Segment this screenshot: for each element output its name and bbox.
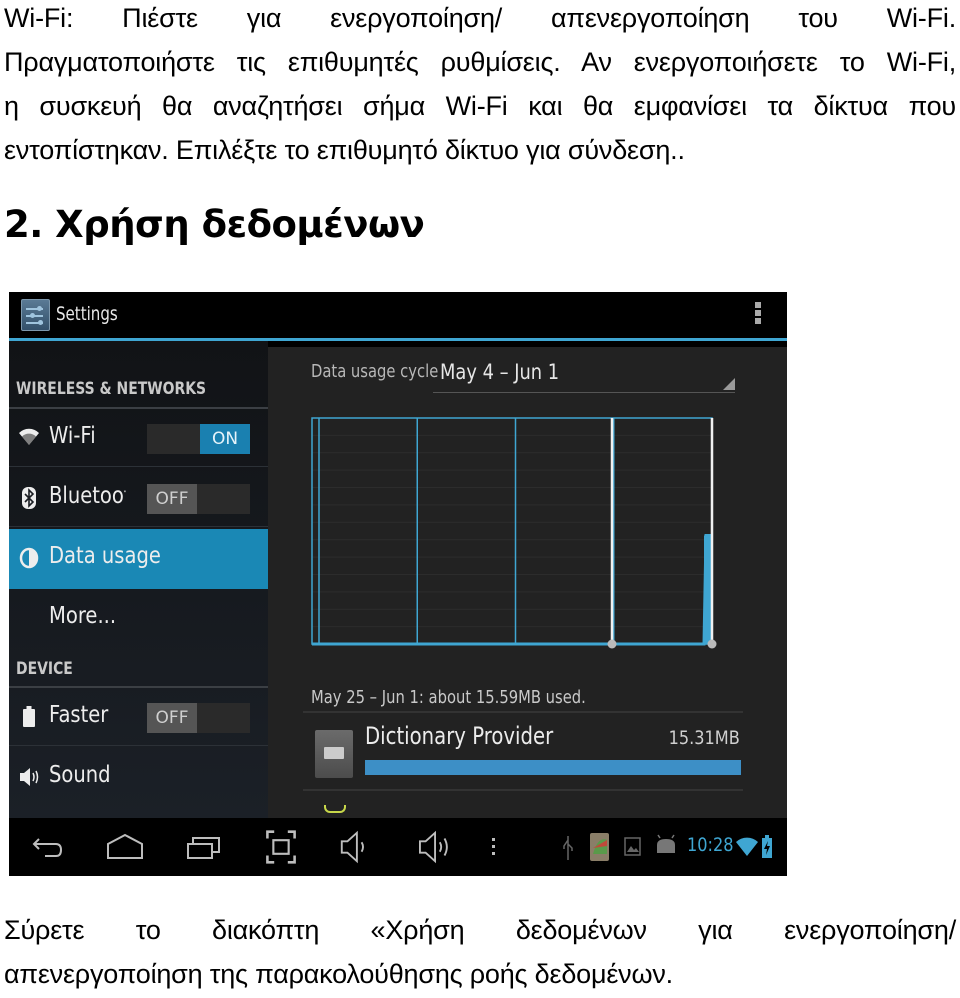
sidebar-item-label: Data usage [49,543,161,569]
volume-up-icon[interactable] [417,830,455,864]
intro-paragraph: Wi-Fi: Πιέστε για ενεργοποίηση/ απενεργο… [4,0,956,172]
sidebar-item-sound[interactable]: Sound [9,748,268,806]
outro-paragraph: Σύρετε το διακόπτη «Χρήση δεδομένων για … [4,908,956,996]
section-header-wireless: WIRELESS & NETWORKS [16,379,207,399]
chart-frame [311,417,713,645]
settings-sidebar: WIRELESS & NETWORKS Wi-Fi ON Bluetooth O… [9,341,268,818]
sidebar-item-label: More... [49,603,117,629]
row-divider [9,466,268,467]
wifi-status-icon [736,837,758,856]
row-divider [9,745,268,746]
sidebar-item-faster[interactable]: Faster OFF [9,688,268,746]
chart-series-line [312,534,712,646]
tablet-screenshot: Settings WIRELESS & NETWORKS Wi-Fi ON Bl… [9,292,787,876]
android-debug-icon [657,834,675,853]
usb-icon [563,836,573,860]
sidebar-item-data-usage[interactable]: Data usage [9,529,268,589]
app-title: Settings [56,303,118,325]
app-notification-icon [590,833,609,861]
app-usage-bar-fill [365,760,741,775]
divider [303,789,743,791]
usage-summary: May 25 – Jun 1: about 15.59MB used. [311,687,586,708]
clock: 10:28 [687,834,734,856]
screenshot-icon[interactable] [263,830,299,864]
battery-icon [19,706,39,728]
wifi-icon [19,427,39,449]
sidebar-item-label: Wi-Fi [49,423,96,449]
toggle-state: ON [200,424,250,454]
android-icon [324,805,346,813]
app-name: Dictionary Provider [365,722,554,750]
faster-toggle[interactable]: OFF [147,703,250,733]
divider [303,711,743,713]
chart-grid [311,417,713,645]
intro-line: η συσκευή θα αναζητήσει σήμα Wi-Fi και θ… [4,91,956,121]
home-icon[interactable] [106,830,144,864]
wifi-toggle[interactable]: ON [147,424,250,454]
intro-line: Πραγματοποιήστε τις επιθυμητές ρυθμίσεις… [4,47,956,77]
intro-line: Wi-Fi: Πιέστε για ενεργοποίηση/ απενεργο… [4,3,956,33]
keyboard-icon [315,730,353,778]
usage-chart [311,417,717,649]
toggle-state: OFF [147,484,197,514]
image-icon [624,837,641,856]
app-usage-bar [365,760,741,775]
volume-down-icon[interactable] [339,830,371,864]
bluetooth-toggle[interactable]: OFF [147,484,250,514]
navigation-bar: 10:28 [9,818,787,876]
chart-handle-knob [607,639,617,649]
overflow-menu-icon[interactable] [755,302,761,328]
sidebar-item-label: Faster [49,702,109,728]
intro-line: εντοπίστηκαν. Επιλέξτε το επιθυμητό δίκτ… [4,135,685,165]
data-usage-panel: Data usage cycle May 4 – Jun 1 May 25 – … [268,347,787,818]
sidebar-item-label: Sound [49,762,111,788]
data-usage-icon [19,547,39,569]
sidebar-item-wifi[interactable]: Wi-Fi ON [9,409,268,467]
battery-charging-icon [762,835,772,858]
outro-line: απενεργοποίηση της παρακολούθησης ροής δ… [4,959,673,989]
menu-icon[interactable] [490,830,498,864]
section-header-device: DEVICE [16,659,73,679]
sidebar-item-bluetooth[interactable]: Bluetooth OFF [9,469,268,527]
chart-handle-knob [707,639,717,649]
bluetooth-icon [19,487,39,509]
settings-icon[interactable] [21,299,50,331]
section-heading: 2. Χρήση δεδομένων [4,203,425,246]
speaker-icon [19,766,39,788]
outro-line: Σύρετε το διακόπτη «Χρήση δεδομένων για … [4,915,956,945]
recent-apps-icon[interactable] [186,830,222,864]
app-size: 15.31MB [668,727,740,749]
sidebar-item-more[interactable]: More... [9,589,268,647]
chart-series [312,534,712,646]
toggle-state: OFF [147,703,197,733]
row-divider [9,526,268,527]
back-icon[interactable] [31,830,65,864]
sidebar-item-label: Bluetooth [49,483,126,509]
action-bar: Settings [9,292,787,338]
